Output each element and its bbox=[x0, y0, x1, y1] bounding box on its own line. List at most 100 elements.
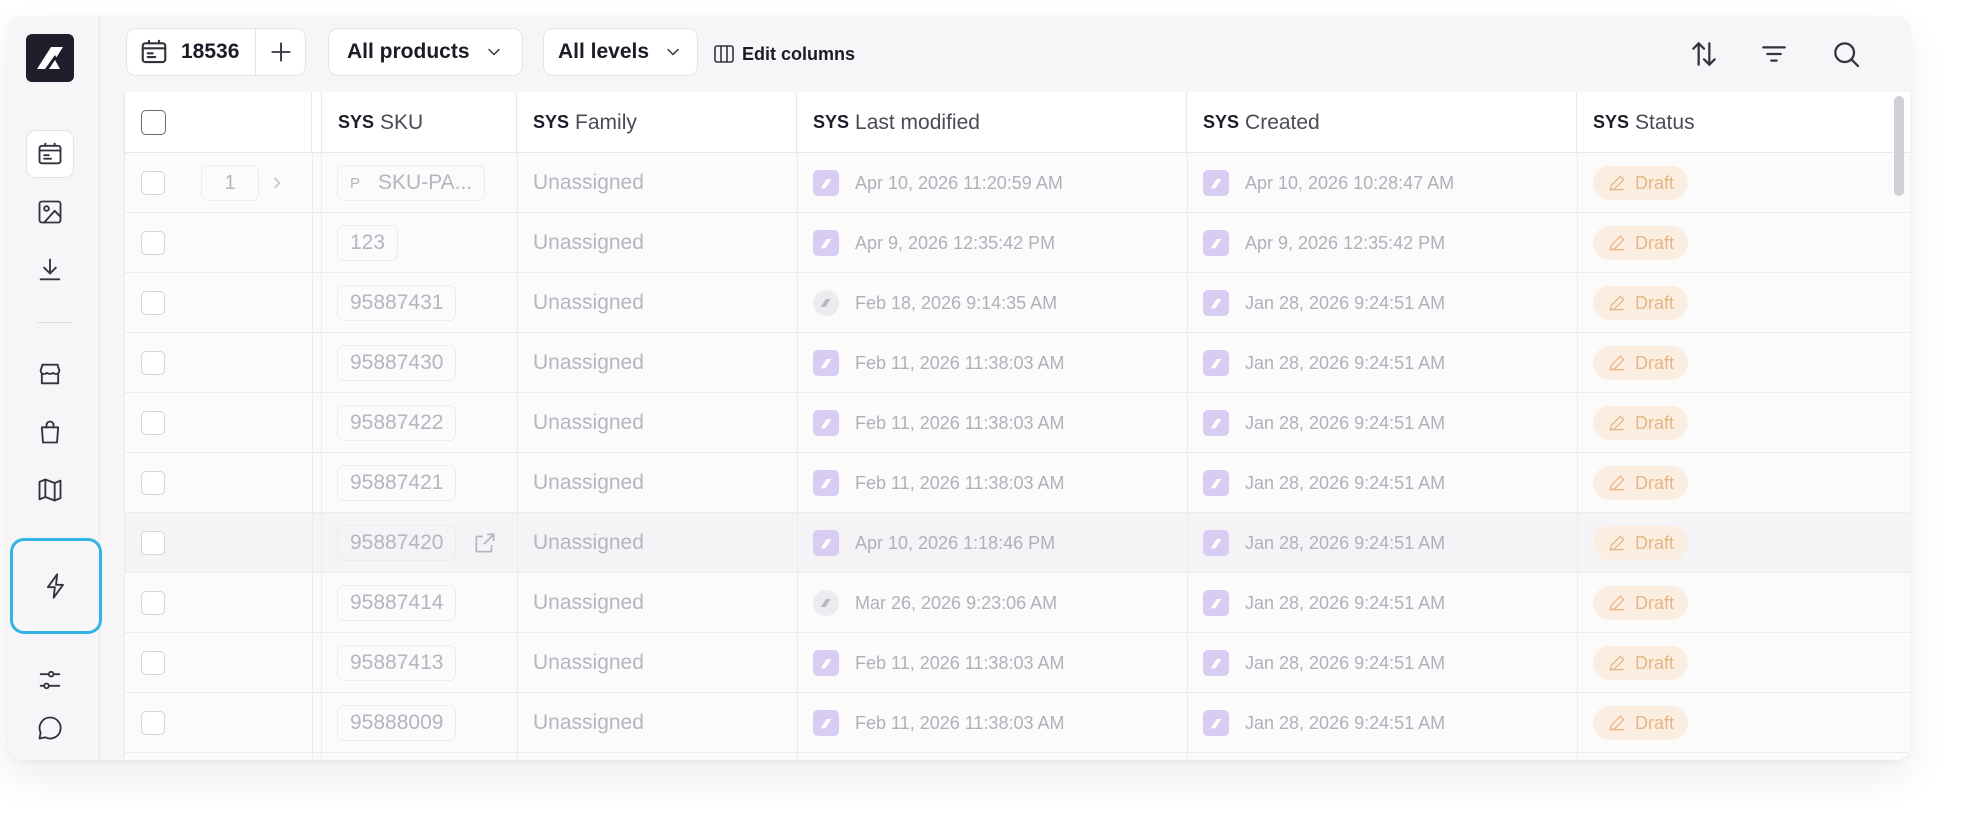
table-row[interactable]: 95887413 Unassigned Feb 11, 2026 11:38:03 … bbox=[125, 633, 1910, 693]
column-header-status[interactable]: SYS Status bbox=[1577, 92, 1897, 153]
sidebar-item-imports[interactable] bbox=[26, 246, 74, 294]
table-row[interactable]: 95887422 Unassigned Feb 11, 2026 11:38:03 … bbox=[125, 393, 1910, 453]
family-cell[interactable]: Unassigned bbox=[517, 633, 644, 693]
table-row[interactable]: 1 P SKU-PA... Unassigned Apr 10, 2026 11:20:… bbox=[125, 153, 1910, 213]
last-modified-cell: Apr 10, 2026 1:18:46 PM bbox=[797, 513, 1055, 573]
table-row[interactable]: 95887420 Unassigned Apr 10, 2026 1:18:46 P… bbox=[125, 513, 1910, 573]
sidebar-item-stores[interactable] bbox=[26, 350, 74, 398]
sku-tag[interactable]: 123 bbox=[337, 225, 399, 261]
column-header-family[interactable]: SYS Family bbox=[517, 92, 797, 153]
row-checkbox[interactable] bbox=[141, 711, 165, 735]
edit-columns-button[interactable]: Edit columns bbox=[712, 40, 855, 68]
sku-cell[interactable]: 95887431 bbox=[321, 273, 457, 333]
sku-tag[interactable]: 95887422 bbox=[337, 405, 457, 441]
sku-tag[interactable]: 95887413 bbox=[337, 645, 457, 681]
sidebar-item-settings[interactable] bbox=[26, 656, 74, 704]
status-badge[interactable]: Draft bbox=[1593, 226, 1689, 260]
family-cell[interactable]: Unassigned bbox=[517, 693, 644, 753]
sidebar-item-assets[interactable] bbox=[26, 188, 74, 236]
sidebar-item-automations[interactable] bbox=[10, 538, 102, 634]
filter-button[interactable] bbox=[1758, 38, 1790, 70]
family-value: Unassigned bbox=[533, 471, 644, 494]
status-badge[interactable]: Draft bbox=[1593, 646, 1689, 680]
sku-tag[interactable]: 95887414 bbox=[337, 585, 457, 621]
product-catalog-icon bbox=[141, 39, 167, 64]
row-checkbox[interactable] bbox=[141, 291, 165, 315]
row-checkbox[interactable] bbox=[141, 171, 165, 195]
filter-icon bbox=[1762, 46, 1786, 62]
row-checkbox[interactable] bbox=[141, 231, 165, 255]
products-filter-dropdown[interactable]: All products bbox=[328, 28, 523, 76]
status-badge[interactable]: Draft bbox=[1593, 586, 1689, 620]
sku-cell[interactable]: P SKU-PA... bbox=[321, 153, 486, 213]
last-modified-value: Feb 11, 2026 11:38:03 AM bbox=[855, 652, 1065, 673]
status-badge[interactable]: Draft bbox=[1593, 166, 1689, 200]
sku-cell[interactable]: 123 bbox=[321, 213, 399, 273]
table-scrollbar[interactable] bbox=[1888, 92, 1910, 760]
levels-filter-dropdown[interactable]: All levels bbox=[543, 28, 699, 76]
sidebar-item-orders[interactable] bbox=[26, 408, 74, 456]
sidebar-item-catalogs[interactable] bbox=[26, 466, 74, 514]
sku-tag[interactable]: P SKU-PA... bbox=[337, 165, 486, 201]
sku-tag[interactable]: 95887431 bbox=[337, 285, 457, 321]
sku-cell[interactable]: 95887420 bbox=[321, 513, 498, 573]
add-product-button[interactable] bbox=[255, 29, 305, 75]
status-badge[interactable]: Draft bbox=[1593, 706, 1689, 740]
status-badge[interactable]: Draft bbox=[1593, 406, 1689, 440]
shopping-bag-icon bbox=[40, 420, 60, 444]
family-value: Unassigned bbox=[533, 531, 644, 554]
sku-value: 95887414 bbox=[350, 591, 444, 614]
family-cell[interactable]: Unassigned bbox=[517, 453, 644, 513]
sku-tag[interactable]: 95887430 bbox=[337, 345, 457, 381]
row-checkbox[interactable] bbox=[141, 351, 165, 375]
table-row[interactable]: 95887414 Unassigned Mar 26, 2026 9:23:06 A… bbox=[125, 573, 1910, 633]
scroll-thumb[interactable] bbox=[1894, 96, 1904, 196]
sidebar-item-products[interactable] bbox=[26, 130, 74, 178]
family-cell[interactable]: Unassigned bbox=[517, 273, 644, 333]
family-cell[interactable]: Unassigned bbox=[517, 573, 644, 633]
family-cell[interactable]: Unassigned bbox=[517, 213, 644, 273]
status-badge[interactable]: Draft bbox=[1593, 346, 1689, 380]
sku-tag[interactable]: 95888009 bbox=[337, 705, 457, 741]
table-row[interactable]: 95888009 Unassigned Feb 11, 2026 11:38:03 … bbox=[125, 693, 1910, 753]
sku-cell[interactable]: 95887422 bbox=[321, 393, 457, 453]
sku-tag[interactable]: 95887420 bbox=[337, 525, 457, 561]
sku-cell[interactable]: 95887413 bbox=[321, 633, 457, 693]
row-checkbox[interactable] bbox=[141, 411, 165, 435]
chat-bubble-icon bbox=[38, 716, 62, 740]
sidebar-item-chat[interactable] bbox=[26, 704, 74, 752]
app-logo[interactable] bbox=[26, 34, 74, 82]
status-badge[interactable]: Draft bbox=[1593, 526, 1689, 560]
row-checkbox[interactable] bbox=[141, 591, 165, 615]
table-row[interactable]: 95887430 Unassigned Feb 11, 2026 11:38:03 … bbox=[125, 333, 1910, 393]
family-cell[interactable]: Unassigned bbox=[517, 153, 644, 213]
sku-cell[interactable]: 95887421 bbox=[321, 453, 457, 513]
column-header-sku[interactable]: SYS SKU bbox=[321, 92, 517, 153]
column-header-last-modified[interactable]: SYS Last modified bbox=[797, 92, 1187, 153]
table-row[interactable]: 95887431 Unassigned Feb 18, 2026 9:14:35 A… bbox=[125, 273, 1910, 333]
table-row[interactable]: 95887421 Unassigned Feb 11, 2026 11:38:03 … bbox=[125, 453, 1910, 513]
product-count-pill[interactable]: 18536 bbox=[126, 28, 306, 76]
column-header-created[interactable]: SYS Created bbox=[1187, 92, 1577, 153]
status-badge[interactable]: Draft bbox=[1593, 286, 1689, 320]
table-row[interactable]: 123 Unassigned Apr 9, 2026 12:35:42 PM Apr … bbox=[125, 213, 1910, 273]
row-checkbox[interactable] bbox=[141, 531, 165, 555]
sku-value: 95887421 bbox=[350, 471, 444, 494]
sort-button[interactable] bbox=[1688, 38, 1720, 70]
column-divider bbox=[797, 153, 798, 760]
user-avatar bbox=[813, 290, 839, 316]
family-cell[interactable]: Unassigned bbox=[517, 333, 644, 393]
sku-tag[interactable]: 95887421 bbox=[337, 465, 457, 501]
variant-pager[interactable]: 1 bbox=[165, 165, 287, 201]
family-cell[interactable]: Unassigned bbox=[517, 513, 644, 573]
family-cell[interactable]: Unassigned bbox=[517, 393, 644, 453]
status-badge[interactable]: Draft bbox=[1593, 466, 1689, 500]
sku-cell[interactable]: 95887430 bbox=[321, 333, 457, 393]
row-checkbox[interactable] bbox=[141, 651, 165, 675]
search-button[interactable] bbox=[1830, 38, 1862, 70]
external-link-icon[interactable] bbox=[472, 530, 498, 556]
row-checkbox[interactable] bbox=[141, 471, 165, 495]
select-all-checkbox[interactable] bbox=[141, 110, 166, 135]
sku-cell[interactable]: 95888009 bbox=[321, 693, 457, 753]
sku-cell[interactable]: 95887414 bbox=[321, 573, 457, 633]
